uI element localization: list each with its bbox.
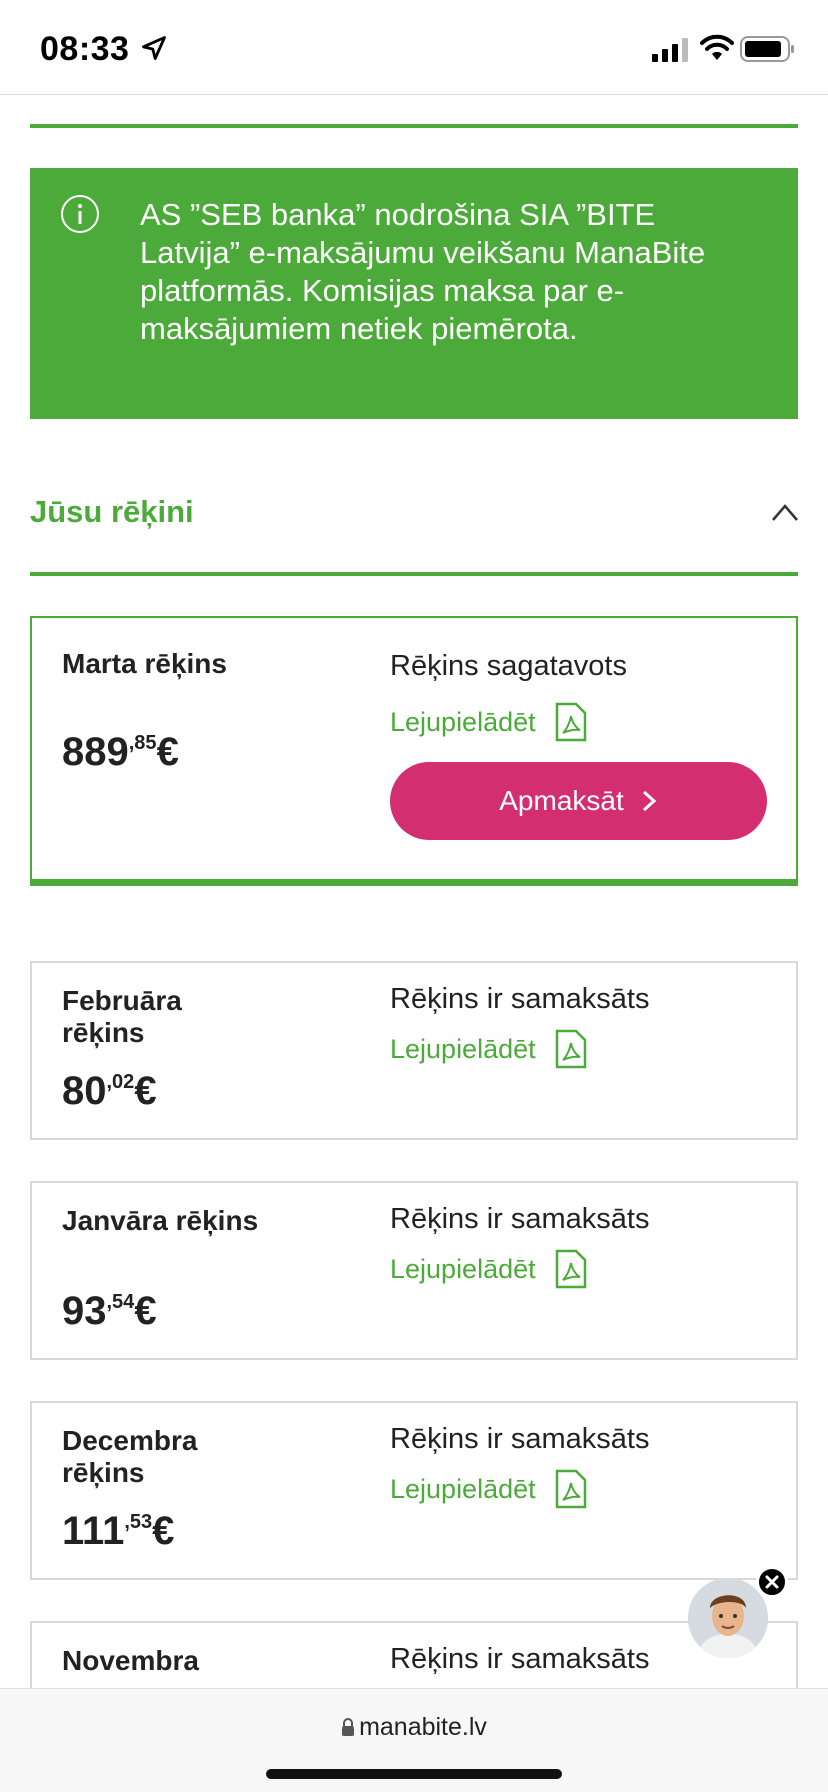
info-banner: AS ”SEB banka” nodrošina SIA ”BITE Latvi… [30,168,798,419]
bill-month: Janvāra rēķins [62,1205,259,1236]
chevron-right-icon [642,790,656,812]
divider-line [30,124,798,128]
pay-button[interactable]: Apmaksāt [390,762,767,840]
cellular-signal-icon [652,38,688,62]
location-arrow-icon [142,36,166,60]
bill-month: Marta rēķins [62,648,227,679]
download-link[interactable]: Lejupielādēt [390,1029,588,1069]
bill-status: Rēķins ir samaksāts [390,1643,650,1675]
home-indicator[interactable] [266,1769,562,1779]
section-title[interactable]: Jūsu rēķini [30,494,194,530]
bill-card: Februāra rēķins 80,02€ Rēķins ir samaksā… [30,961,798,1140]
bill-card: Decembra rēķins 111,53€ Rēķins ir samaks… [30,1401,798,1580]
url-display[interactable]: manabite.lv [0,1713,828,1742]
bill-month: Decembra rēķins [62,1425,198,1488]
bill-card-current: Marta rēķins 889,85€ Rēķins sagatavots L… [30,616,798,886]
bill-status: Rēķins ir samaksāts [390,1423,650,1455]
download-link[interactable]: Lejupielādēt [390,1249,588,1289]
bill-status: Rēķins ir samaksāts [390,983,650,1015]
download-link[interactable]: Lejupielādēt [390,702,588,742]
bill-amount: 93,54€ [62,1289,157,1333]
pdf-file-icon[interactable] [554,702,588,742]
bill-amount: 80,02€ [62,1069,157,1113]
bill-status: Rēķins ir samaksāts [390,1203,650,1235]
lock-icon [342,1718,355,1736]
status-time: 08:33 [40,30,130,68]
close-chat-button[interactable] [756,1566,788,1598]
bill-amount: 111,53€ [62,1509,175,1553]
wifi-icon [700,34,734,60]
bill-status: Rēķins sagatavots [390,650,627,682]
chat-assistant-avatar[interactable] [688,1578,768,1658]
pdf-file-icon[interactable] [554,1249,588,1289]
info-banner-text: AS ”SEB banka” nodrošina SIA ”BITE Latvi… [140,197,706,346]
bill-amount: 889,85€ [62,730,179,774]
info-icon [61,195,99,233]
assistant-face-icon [688,1578,768,1658]
battery-icon [740,36,794,62]
bill-card: Janvāra rēķins 93,54€ Rēķins ir samaksāt… [30,1181,798,1360]
status-bar: 08:33 [0,0,828,95]
bill-month: Novembra [62,1645,199,1676]
download-link[interactable]: Lejupielādēt [390,1469,588,1509]
close-icon [765,1575,779,1589]
bill-card: Novembra Rēķins ir samaksāts [30,1621,798,1691]
chevron-up-icon[interactable] [770,500,800,524]
pdf-file-icon[interactable] [554,1469,588,1509]
divider-line [30,572,798,576]
browser-url-bar[interactable]: manabite.lv [0,1688,828,1792]
bill-month: Februāra rēķins [62,985,182,1048]
pdf-file-icon[interactable] [554,1029,588,1069]
